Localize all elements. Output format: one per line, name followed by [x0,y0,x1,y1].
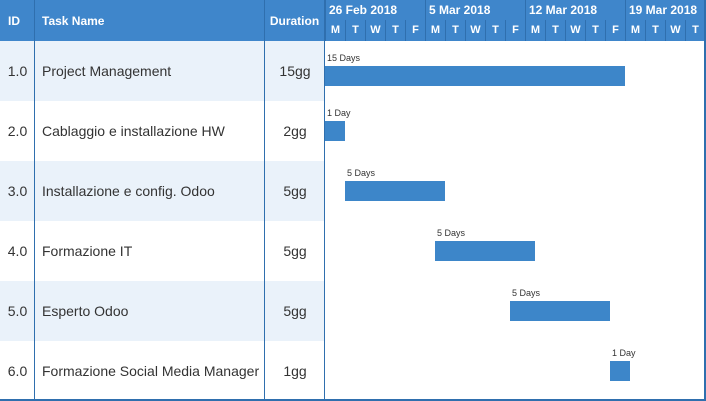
week-header-0: 26 Feb 2018 [325,0,425,20]
day-header-13: T [585,20,605,41]
task-bar[interactable] [325,66,625,86]
day-header-14: F [605,20,625,41]
day-header-11: T [545,20,565,41]
week-header-3: 19 Mar 2018 [625,0,706,20]
task-duration: 5gg [283,303,307,319]
day-header-3: T [385,20,405,41]
day-header-4: F [405,20,425,41]
task-row[interactable]: 5.0 Esperto Odoo 5gg 5 Days [0,281,706,341]
task-name-column-header[interactable]: Task Name [35,0,265,41]
id-column-header-label: ID [8,13,20,28]
day-header-1: T [345,20,365,41]
task-id: 1.0 [7,63,28,79]
task-duration: 1gg [283,363,307,379]
column-divider [324,0,325,401]
task-bar-label: 5 Days [347,168,376,178]
task-row[interactable]: 4.0 Formazione IT 5gg 5 Days [0,221,706,281]
task-id: 3.0 [7,183,28,199]
task-bar-label: 15 Days [327,53,361,63]
task-name-column-header-label: Task Name [42,13,105,28]
task-bar-label: 5 Days [437,228,466,238]
task-bar[interactable] [510,301,610,321]
week-header-1: 5 Mar 2018 [425,0,525,20]
column-divider [264,0,265,401]
day-header-0: M [325,20,345,41]
task-id: 4.0 [7,243,28,259]
day-header-7: W [465,20,485,41]
task-row[interactable]: 2.0 Cablaggio e installazione HW 2gg 1 Day [0,101,706,161]
timeline-header: 26 Feb 2018 5 Mar 2018 12 Mar 2018 19 Mar 2… [325,0,706,41]
task-row[interactable]: 1.0 Project Management 15gg 15 Days [0,41,706,101]
task-name: Cablaggio e installazione HW [42,123,225,139]
gantt-chart: ID Task Name Duration 26 Feb 2018 5 Mar 2… [0,0,706,401]
id-column-header[interactable]: ID [0,0,35,41]
task-duration: 2gg [283,123,307,139]
day-header-17: W [665,20,685,41]
task-duration: 15gg [279,63,311,79]
task-name: Formazione IT [42,243,133,259]
task-duration: 5gg [283,183,307,199]
task-name: Project Management [42,63,172,79]
day-header-16: T [645,20,665,41]
duration-column-header[interactable]: Duration [265,0,325,41]
task-bar[interactable] [345,181,445,201]
column-divider [34,0,35,401]
task-bar[interactable] [610,361,630,381]
task-id: 6.0 [7,363,28,379]
task-id: 2.0 [7,123,28,139]
day-header-18: T [685,20,705,41]
day-header-8: T [485,20,505,41]
task-name: Installazione e config. Odoo [42,183,215,199]
task-bar-label: 1 Day [612,348,636,358]
day-header-6: T [445,20,465,41]
task-bar-label: 5 Days [512,288,541,298]
day-header-15: M [625,20,645,41]
task-bar-label: 1 Day [327,108,351,118]
task-name: Esperto Odoo [42,303,129,319]
day-header-2: W [365,20,385,41]
day-header-5: M [425,20,445,41]
task-row[interactable]: 3.0 Installazione e config. Odoo 5gg 5 Days [0,161,706,221]
week-header-2: 12 Mar 2018 [525,0,625,20]
duration-column-header-label: Duration [269,13,320,28]
task-duration: 5gg [283,243,307,259]
task-bar[interactable] [325,121,345,141]
day-header-10: M [525,20,545,41]
task-row[interactable]: 6.0 Formazione Social Media Manager 1gg 1 D… [0,341,706,401]
task-id: 5.0 [7,303,28,319]
day-header-9: F [505,20,525,41]
task-name: Formazione Social Media Manager [42,363,260,379]
day-header-12: W [565,20,585,41]
task-bar[interactable] [435,241,535,261]
